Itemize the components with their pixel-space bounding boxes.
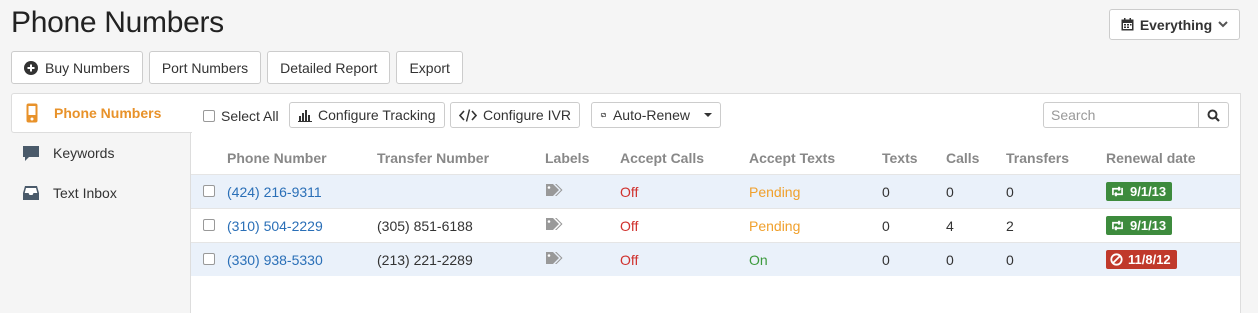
configure-tracking-button[interactable]: Configure Tracking <box>289 102 445 128</box>
sidebar: Phone Numbers Keywords Text Inbox <box>11 93 192 213</box>
actions-bar: Select All Configure Tracking Configure … <box>191 102 1240 130</box>
column-header[interactable]: Texts <box>882 150 918 166</box>
texts-count: 0 <box>882 184 890 200</box>
column-header[interactable]: Renewal date <box>1106 150 1195 166</box>
auto-renew-label: Auto-Renew <box>612 107 690 123</box>
sidebar-item-keywords[interactable]: Keywords <box>11 133 191 173</box>
configure-ivr-button[interactable]: Configure IVR <box>450 102 580 128</box>
toolbar: Buy Numbers Port Numbers Detailed Report… <box>11 51 463 84</box>
select-all[interactable]: Select All <box>203 108 279 124</box>
accept-texts-status[interactable]: On <box>749 252 768 268</box>
caret-down-icon <box>704 113 712 117</box>
column-header[interactable]: Phone Number <box>227 150 327 166</box>
buy-numbers-button[interactable]: Buy Numbers <box>11 51 143 84</box>
column-header[interactable]: Transfer Number <box>377 150 489 166</box>
tags-icon[interactable] <box>545 217 565 234</box>
chevron-down-icon <box>1218 21 1228 28</box>
column-header[interactable]: Transfers <box>1006 150 1069 166</box>
renewal-date: 11/8/12 <box>1128 252 1171 267</box>
column-header[interactable]: Labels <box>545 150 589 166</box>
retweet-icon <box>1112 220 1123 231</box>
column-header[interactable]: Accept Texts <box>749 150 835 166</box>
select-all-label: Select All <box>221 108 279 124</box>
accept-calls-status[interactable]: Off <box>620 252 638 268</box>
phone-number-link[interactable]: (310) 504-2229 <box>227 218 323 234</box>
texts-count: 0 <box>882 218 890 234</box>
accept-texts-status[interactable]: Pending <box>749 218 800 234</box>
speech-bubble-icon <box>21 145 41 162</box>
auto-renew-dropdown[interactable]: Auto-Renew <box>591 102 721 128</box>
ban-icon <box>1110 253 1123 266</box>
numbers-panel: Select All Configure Tracking Configure … <box>190 93 1241 313</box>
transfer-number: (305) 851-6188 <box>377 218 473 234</box>
retweet-icon <box>600 112 606 118</box>
transfers-count: 0 <box>1006 184 1014 200</box>
sidebar-item-text-inbox[interactable]: Text Inbox <box>11 173 191 213</box>
sidebar-item-label: Keywords <box>53 145 115 161</box>
accept-texts-status[interactable]: Pending <box>749 184 800 200</box>
transfers-count: 2 <box>1006 218 1014 234</box>
calendar-icon <box>1121 18 1134 31</box>
tags-icon[interactable] <box>545 183 565 200</box>
renewal-date: 9/1/13 <box>1130 184 1167 199</box>
renewal-badge[interactable]: 9/1/13 <box>1106 216 1173 235</box>
configure-tracking-label: Configure Tracking <box>318 107 436 123</box>
calls-count: 0 <box>946 252 954 268</box>
table-row[interactable]: (310) 504-2229 (305) 851-6188 Off Pendin… <box>191 208 1240 242</box>
renewal-date: 9/1/13 <box>1130 218 1167 233</box>
phone-number-link[interactable]: (330) 938-5330 <box>227 252 323 268</box>
select-all-checkbox[interactable] <box>203 110 215 122</box>
table-row[interactable]: (330) 938-5330 (213) 221-2289 Off On 0 0… <box>191 242 1240 276</box>
search-button[interactable] <box>1198 102 1229 128</box>
inbox-icon <box>21 185 41 201</box>
date-range-dropdown[interactable]: Everything <box>1109 9 1240 40</box>
accept-calls-status[interactable]: Off <box>620 218 638 234</box>
row-checkbox[interactable] <box>203 253 215 265</box>
calls-count: 4 <box>946 218 954 234</box>
sidebar-item-phone-numbers[interactable]: Phone Numbers <box>11 93 192 133</box>
search-icon <box>1207 109 1220 122</box>
accept-calls-status[interactable]: Off <box>620 184 638 200</box>
code-icon <box>459 108 477 122</box>
row-checkbox[interactable] <box>203 219 215 231</box>
texts-count: 0 <box>882 252 890 268</box>
port-numbers-button[interactable]: Port Numbers <box>148 51 262 84</box>
row-checkbox[interactable] <box>203 185 215 197</box>
renewal-badge[interactable]: 11/8/12 <box>1106 250 1177 269</box>
column-header[interactable]: Accept Calls <box>620 150 704 166</box>
configure-ivr-label: Configure IVR <box>483 107 571 123</box>
column-header[interactable]: Calls <box>946 150 979 166</box>
phone-number-link[interactable]: (424) 216-9311 <box>227 184 322 200</box>
sidebar-item-label: Text Inbox <box>53 185 117 201</box>
phone-icon <box>22 103 42 123</box>
detailed-report-button[interactable]: Detailed Report <box>267 51 391 84</box>
sidebar-item-label: Phone Numbers <box>54 105 162 121</box>
buy-numbers-label: Buy Numbers <box>45 59 130 76</box>
table-header: Phone Number Transfer Number Labels Acce… <box>191 146 1240 170</box>
date-range-label: Everything <box>1139 16 1213 33</box>
retweet-icon <box>1112 186 1123 197</box>
calls-count: 0 <box>946 184 954 200</box>
transfer-number: (213) 221-2289 <box>377 252 473 268</box>
plus-circle-icon <box>24 60 38 75</box>
table-row[interactable]: (424) 216-9311 Off Pending 0 0 0 9/1/13 <box>191 174 1240 208</box>
transfers-count: 0 <box>1006 252 1014 268</box>
search-input[interactable] <box>1043 102 1199 128</box>
page-title: Phone Numbers <box>11 6 224 39</box>
bar-chart-icon <box>298 109 312 122</box>
export-button[interactable]: Export <box>396 51 463 84</box>
renewal-badge[interactable]: 9/1/13 <box>1106 182 1173 201</box>
tags-icon[interactable] <box>545 251 565 268</box>
